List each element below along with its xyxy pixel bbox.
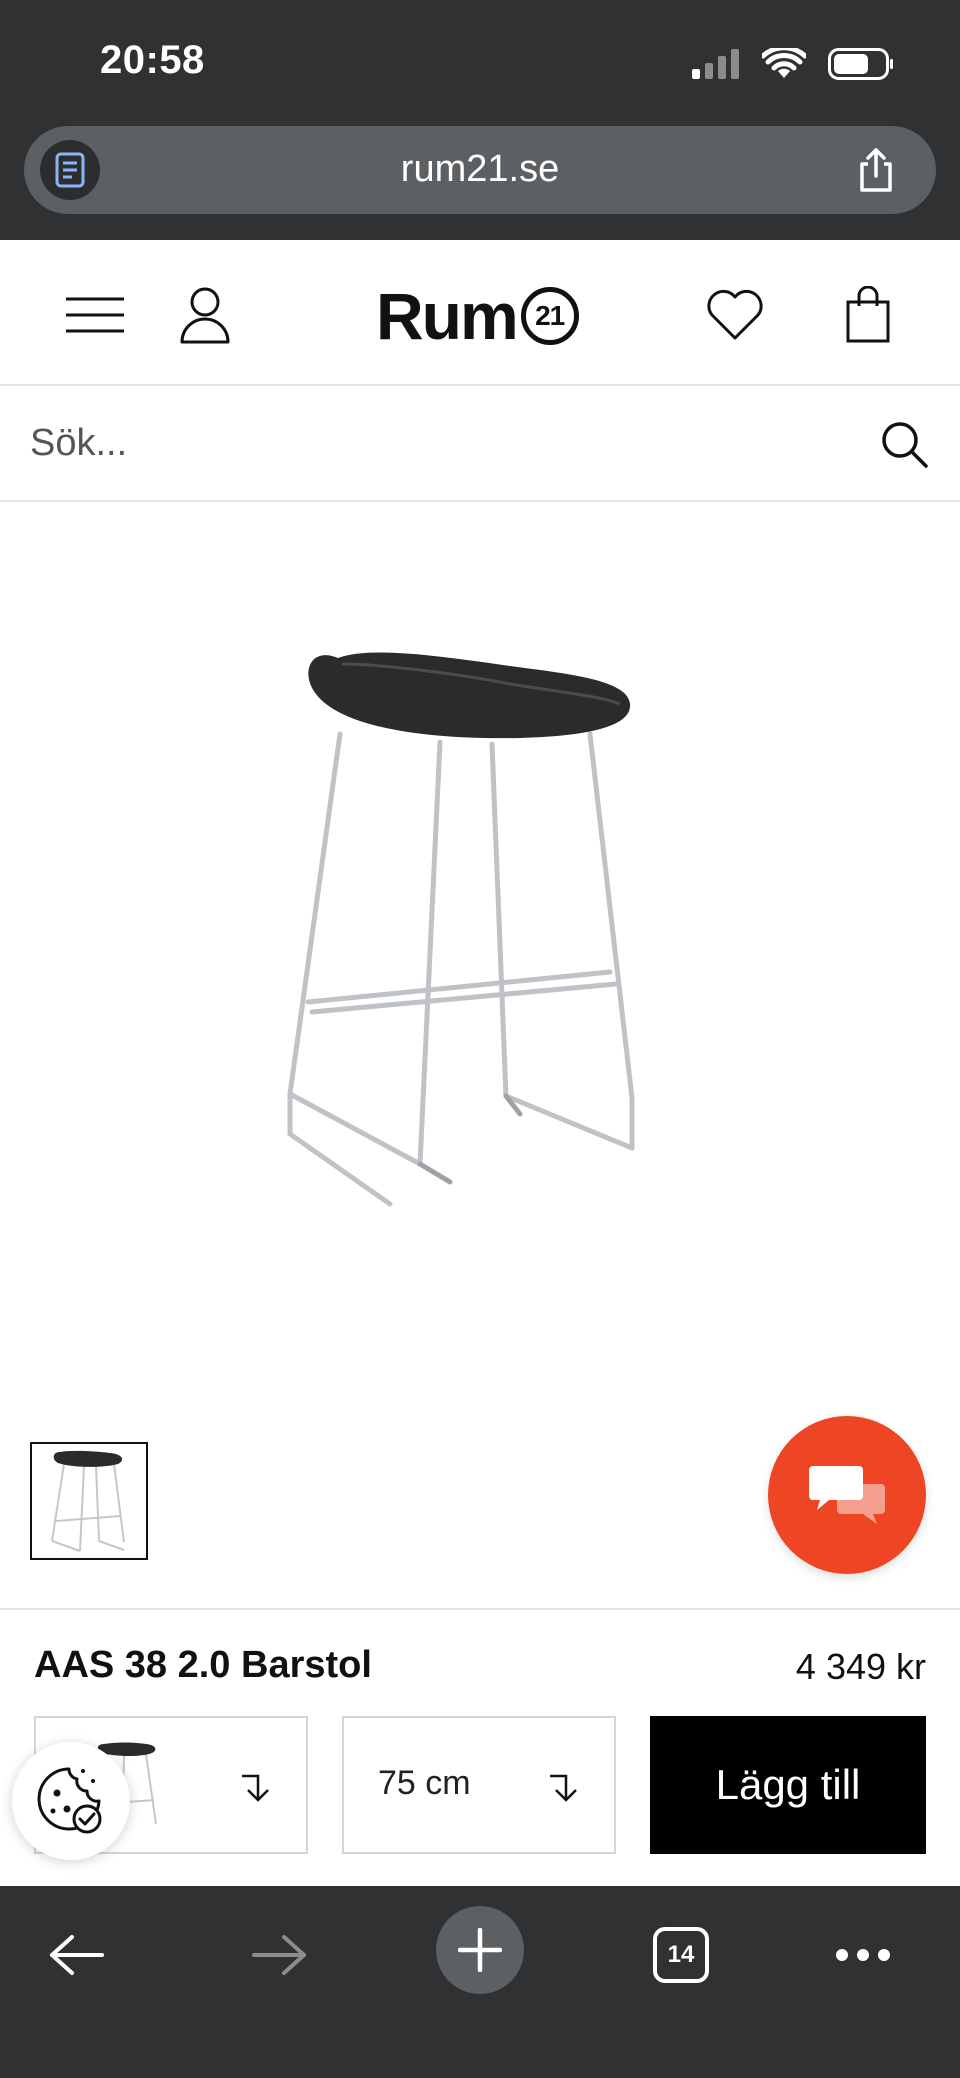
size-variant-select[interactable]: 75 cm bbox=[342, 1716, 616, 1854]
search-button[interactable] bbox=[872, 412, 936, 476]
browser-bottom-toolbar: 14 bbox=[0, 1886, 960, 2078]
plus-icon bbox=[458, 1928, 502, 1972]
arrow-left-icon bbox=[50, 1935, 104, 1975]
back-button[interactable] bbox=[32, 1910, 122, 2000]
browser-top-chrome: 20:58 rum21.se bbox=[0, 0, 960, 240]
chat-bubbles-icon bbox=[809, 1466, 885, 1524]
arrow-right-icon bbox=[252, 1935, 306, 1975]
new-tab-button[interactable] bbox=[436, 1906, 524, 1994]
add-to-cart-button[interactable]: Lägg till bbox=[650, 1716, 926, 1854]
forward-button[interactable] bbox=[234, 1910, 324, 2000]
search-input[interactable] bbox=[30, 410, 850, 476]
user-icon bbox=[180, 287, 230, 344]
site-header: Rum 21 bbox=[0, 240, 960, 386]
status-time: 20:58 bbox=[100, 38, 205, 82]
more-dots-icon bbox=[836, 1949, 890, 1961]
account-button[interactable] bbox=[170, 280, 240, 350]
shopping-bag-icon bbox=[846, 286, 890, 343]
search-bar bbox=[0, 386, 960, 502]
cart-button[interactable] bbox=[833, 280, 903, 350]
battery-icon bbox=[828, 48, 893, 80]
share-icon bbox=[860, 148, 892, 192]
product-thumbnail[interactable] bbox=[30, 1442, 148, 1560]
product-purchase-bar: AAS 38 2.0 Barstol 4 349 kr 75 cm Lägg t… bbox=[0, 1608, 960, 1886]
heart-icon bbox=[707, 289, 763, 340]
size-label: 75 cm bbox=[378, 1764, 471, 1802]
cookie-icon bbox=[37, 1767, 102, 1834]
signal-icon bbox=[692, 49, 739, 79]
tabs-button[interactable]: 14 bbox=[636, 1910, 726, 2000]
site-logo[interactable]: Rum 21 bbox=[376, 276, 579, 356]
wishlist-button[interactable] bbox=[700, 280, 770, 350]
product-price: 4 349 kr bbox=[795, 1646, 926, 1687]
search-icon bbox=[882, 422, 928, 468]
chevron-down-icon bbox=[242, 1774, 269, 1802]
product-name: AAS 38 2.0 Barstol bbox=[34, 1644, 372, 1686]
chat-button[interactable] bbox=[768, 1416, 926, 1574]
share-button[interactable] bbox=[846, 140, 906, 200]
more-button[interactable] bbox=[818, 1910, 908, 2000]
wifi-icon bbox=[762, 48, 806, 78]
bar-stool-thumbnail bbox=[51, 1450, 125, 1552]
logo-badge: 21 bbox=[520, 287, 579, 345]
logo-text: Rum bbox=[376, 279, 519, 353]
menu-button[interactable] bbox=[60, 280, 130, 350]
url-text[interactable]: rum21.se bbox=[24, 148, 936, 191]
tabs-count: 14 bbox=[653, 1927, 709, 1983]
hamburger-menu-icon bbox=[66, 297, 124, 333]
cookie-settings-button[interactable] bbox=[12, 1742, 130, 1860]
product-image[interactable] bbox=[0, 504, 960, 1404]
chevron-down-icon bbox=[550, 1774, 577, 1802]
bar-stool-image bbox=[287, 652, 635, 1207]
status-indicators bbox=[692, 44, 894, 84]
address-bar[interactable]: rum21.se bbox=[24, 126, 936, 214]
